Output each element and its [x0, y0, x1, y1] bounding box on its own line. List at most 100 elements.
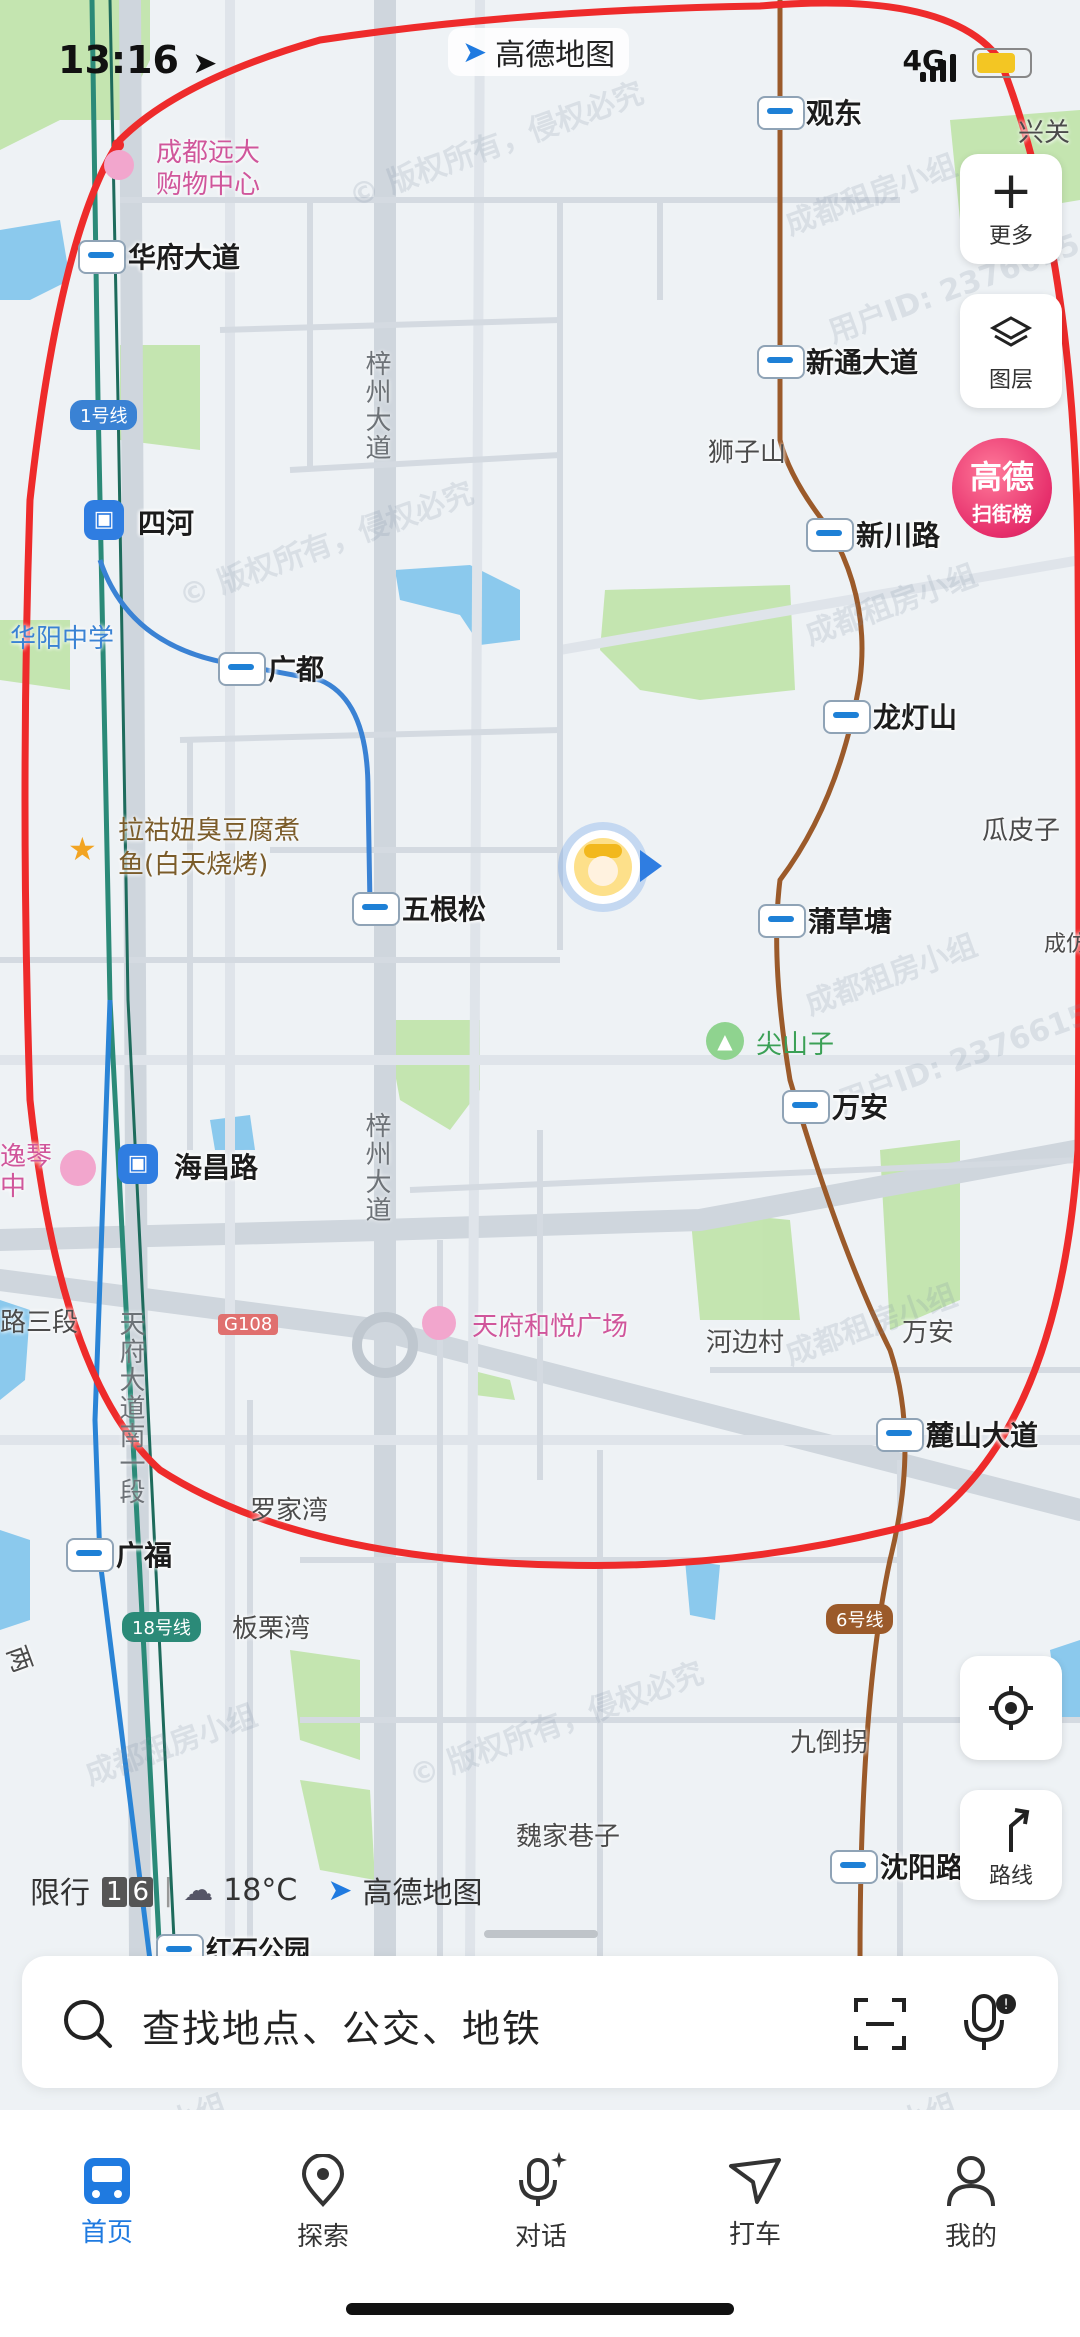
poi-restaurant-line2[interactable]: 鱼(白天烧烤)	[118, 844, 268, 881]
search-bar[interactable]: 查找地点、公交、地铁 !	[22, 1956, 1058, 2088]
place-hebiancun: 河边村	[706, 1328, 785, 1358]
poi-tianfu-plaza[interactable]: 天府和悦广场	[472, 1306, 628, 1343]
plaza-icon	[422, 1306, 456, 1340]
route-label: 路线	[988, 1864, 1033, 1889]
layers-label: 图层	[988, 368, 1033, 393]
layers-icon	[989, 312, 1033, 356]
heading-arrow-icon	[640, 850, 662, 882]
restaurant-icon: ★	[68, 830, 97, 868]
rank-top-label: 高德	[969, 458, 1034, 496]
station-wanan[interactable]: 万安	[832, 1086, 888, 1126]
metro-station-icon	[830, 1850, 878, 1884]
crosshair-icon	[987, 1684, 1035, 1732]
rank-bottom-label: 扫街榜	[972, 502, 1032, 526]
search-icon	[60, 1996, 116, 2056]
battery-icon	[972, 48, 1032, 78]
location-marker[interactable]	[566, 830, 640, 904]
metro-station-icon	[758, 904, 806, 938]
metro-station-icon	[876, 1418, 924, 1452]
mall-icon	[60, 1150, 96, 1186]
mountain-icon: ▲	[706, 1022, 744, 1060]
metro-station-icon	[757, 96, 805, 130]
road-zizhou-upper: 梓州大道	[361, 350, 391, 462]
metro-station-icon	[218, 652, 266, 686]
poi-mall-name2[interactable]: 购物中心	[156, 164, 260, 201]
subway-transfer-icon: ▣	[84, 500, 124, 540]
place-guapizi: 瓜皮子	[982, 816, 1061, 846]
line6-badge: 6号线	[826, 1604, 894, 1634]
metro-station-icon	[66, 1538, 114, 1572]
station-huafu[interactable]: 华府大道	[128, 236, 240, 276]
place-wanan: 万安	[902, 1318, 955, 1348]
info-strip: 限行 16 | ☁ 18°C ➤ 高德地图	[30, 1862, 482, 1918]
more-label: 更多	[988, 224, 1033, 249]
station-xinchuan[interactable]: 新川路	[856, 514, 940, 554]
route-arrow-icon	[989, 1806, 1033, 1854]
app-title: ➤ 高德地图	[448, 28, 630, 76]
place-weijiaxiangzi: 魏家巷子	[516, 1822, 621, 1852]
place-zhong: 中	[0, 1172, 27, 1202]
user-avatar-icon	[574, 838, 632, 896]
route-button[interactable]: 路线	[960, 1790, 1062, 1900]
temperature: 18°C	[223, 1872, 298, 1908]
station-longdengshan[interactable]: 龙灯山	[873, 696, 957, 736]
place-chengfen: 成仿	[1044, 932, 1080, 957]
scan-icon[interactable]	[852, 1996, 908, 2056]
location-services-icon: ➤	[192, 46, 218, 81]
bus-icon	[84, 2158, 130, 2204]
place-jiudaoguai: 九倒拐	[790, 1728, 869, 1758]
metro-station-icon	[823, 700, 871, 734]
line1-badge: 1号线	[70, 400, 138, 430]
taxi-icon	[727, 2156, 783, 2206]
tab-home[interactable]: 首页	[32, 2130, 182, 2249]
station-xintong[interactable]: 新通大道	[806, 341, 918, 381]
search-input[interactable]: 查找地点、公交、地铁	[142, 1998, 542, 2053]
road-g108-badge: G108	[218, 1314, 279, 1335]
layers-button[interactable]: 图层	[960, 294, 1062, 408]
plus-icon: +	[989, 161, 1033, 221]
svg-text:!: !	[1003, 1997, 1009, 2013]
more-button[interactable]: + 更多	[960, 154, 1062, 264]
metro-station-icon	[78, 240, 126, 274]
tab-me-label: 我的	[944, 2222, 997, 2252]
station-guangfu[interactable]: 广福	[116, 1534, 172, 1574]
amap-logo-icon: ➤	[327, 1872, 353, 1908]
metro-station-icon	[757, 345, 805, 379]
tab-chat[interactable]: 对话	[466, 2130, 616, 2253]
station-pucaotang[interactable]: 蒲草塘	[808, 900, 892, 940]
poi-restaurant-line1[interactable]: 拉祜妞臭豆腐煮	[118, 810, 300, 847]
microphone-icon[interactable]: !	[958, 1992, 1018, 2058]
amap-logo-icon: ➤	[462, 34, 488, 70]
subway-transfer-icon: ▣	[118, 1144, 158, 1184]
drag-handle[interactable]	[484, 1930, 598, 1938]
station-wugensong[interactable]: 五根松	[402, 888, 486, 928]
place-xingguan: 兴关	[1018, 118, 1071, 148]
line18-badge: 18号线	[122, 1612, 201, 1642]
station-guangdu[interactable]: 广都	[268, 648, 324, 688]
home-indicator[interactable]	[346, 2303, 734, 2315]
place-banliwan: 板栗湾	[232, 1614, 311, 1644]
station-shenyang[interactable]: 沈阳路	[880, 1846, 964, 1886]
rank-button[interactable]: 高德 扫街榜	[952, 438, 1052, 538]
separator: |	[163, 1872, 174, 1908]
clock: 13:16 ➤	[58, 38, 218, 82]
locate-button[interactable]	[960, 1656, 1062, 1760]
place-road-section3: 路三段	[0, 1308, 79, 1338]
place-huayang-school: 华阳中学	[10, 624, 115, 654]
metro-station-icon	[806, 518, 854, 552]
station-guandong[interactable]: 观东	[806, 92, 862, 132]
tab-home-label: 首页	[80, 2218, 133, 2248]
station-sihe[interactable]: 四河	[138, 502, 194, 542]
tab-me[interactable]: 我的	[896, 2130, 1046, 2253]
restriction-plate: 16	[100, 1873, 154, 1908]
road-zizhou-lower: 梓州大道	[361, 1112, 391, 1224]
station-haichang[interactable]: 海昌路	[174, 1146, 258, 1186]
place-luojiawan: 罗家湾	[250, 1496, 329, 1526]
poi-jianshanzi[interactable]: 尖山子	[756, 1024, 834, 1061]
tab-explore[interactable]: 探索	[248, 2130, 398, 2253]
tab-taxi-label: 打车	[728, 2220, 781, 2250]
tab-chat-label: 对话	[514, 2222, 567, 2252]
network-label: 4G	[902, 44, 945, 77]
tab-taxi[interactable]: 打车	[680, 2130, 830, 2251]
station-lushan[interactable]: 麓山大道	[926, 1414, 1038, 1454]
